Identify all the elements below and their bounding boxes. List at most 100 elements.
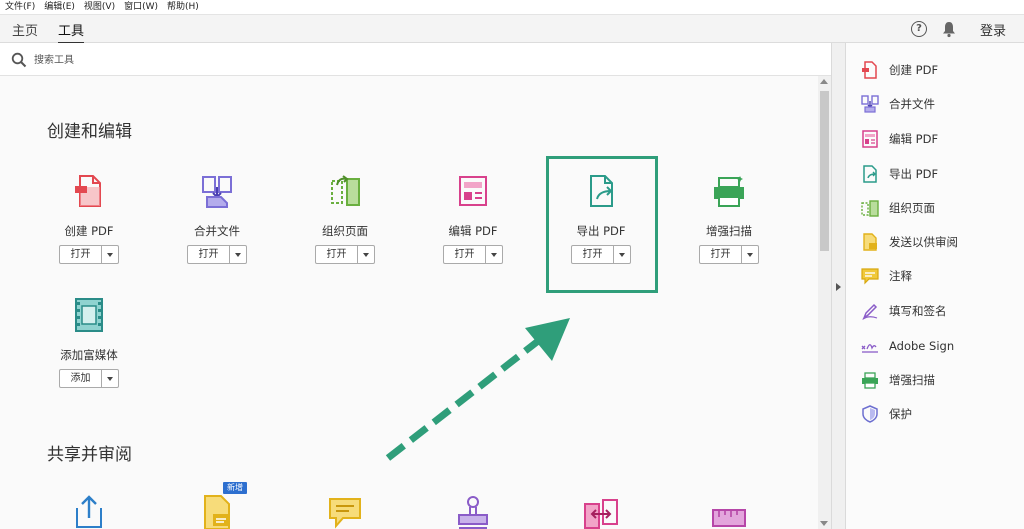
fill-sign-icon [862,303,878,320]
compare-files-icon[interactable] [583,498,619,529]
tab-home[interactable]: 主页 [12,20,38,42]
chevron-down-icon[interactable] [486,246,502,263]
open-dropdown[interactable]: 打开 [443,245,503,264]
scroll-thumb[interactable] [820,91,829,251]
tool-label: 增强扫描 [706,224,752,238]
open-dropdown[interactable]: 打开 [315,245,375,264]
menu-file[interactable]: 文件(F) [5,0,35,15]
comment-icon[interactable] [327,496,363,529]
right-item-label: 注释 [889,269,912,283]
right-item-label: 编辑 PDF [889,132,939,146]
tool-label: 合并文件 [194,224,240,238]
highlight-box [546,156,658,293]
add-dropdown[interactable]: 添加 [59,369,119,388]
search-bar [0,43,831,76]
search-icon [11,52,27,68]
rich-media-icon [75,298,103,332]
right-item-comment[interactable]: 注释 [861,266,912,286]
adobe-sign-icon [861,344,878,353]
vertical-scrollbar[interactable] [818,76,831,529]
right-item-send-review[interactable]: 发送以供审阅 [861,232,958,252]
panel-collapse-handle[interactable] [831,43,846,529]
right-item-label: 填写和签名 [889,304,947,318]
edit-pdf-icon [459,176,487,206]
top-bar: 主页 工具 ? 登录 [0,15,1024,44]
tool-label: 创建 PDF [64,224,114,238]
open-button[interactable]: 打开 [188,246,230,263]
right-item-label: 导出 PDF [889,167,939,181]
login-button[interactable]: 登录 [980,20,1006,39]
enhance-scan-icon [714,176,744,207]
send-review-icon[interactable] [199,494,235,529]
measure-icon[interactable] [711,504,747,529]
tool-combine-files[interactable]: 合并文件 打开 [162,173,272,283]
edit-pdf-icon [862,130,878,148]
right-item-adobe-sign[interactable]: Adobe Sign [861,336,954,356]
scroll-down-icon[interactable] [820,521,828,526]
open-dropdown[interactable]: 打开 [59,245,119,264]
menu-view[interactable]: 视图(V) [84,0,115,15]
combine-files-icon [861,95,879,113]
chevron-down-icon[interactable] [102,370,118,387]
shield-icon [862,405,878,423]
menu-help[interactable]: 帮助(H) [167,0,199,15]
chevron-down-icon[interactable] [102,246,118,263]
right-item-export-pdf[interactable]: 导出 PDF [861,164,938,184]
tool-label: 编辑 PDF [448,224,498,238]
right-item-label: 合并文件 [889,97,935,111]
chevron-down-icon[interactable] [742,246,758,263]
tool-organize-pages[interactable]: 组织页面 打开 [290,173,400,283]
add-button[interactable]: 添加 [60,370,102,387]
right-item-label: 创建 PDF [889,63,939,77]
right-item-enhance-scan[interactable]: 增强扫描 [861,370,935,390]
open-button[interactable]: 打开 [700,246,742,263]
help-icon[interactable]: ? [911,21,927,37]
share-icon[interactable] [71,492,107,529]
open-button[interactable]: 打开 [60,246,102,263]
export-pdf-icon [863,165,877,183]
tool-label: 组织页面 [322,224,368,238]
tool-enhance-scan[interactable]: 增强扫描 打开 [674,173,784,283]
new-badge: 新增 [223,482,247,494]
enhance-scan-icon [862,372,878,389]
pointer-arrow-icon [385,318,570,461]
open-button[interactable]: 打开 [316,246,358,263]
right-item-edit-pdf[interactable]: 编辑 PDF [861,129,938,149]
menu-edit[interactable]: 编辑(E) [44,0,75,15]
bell-icon[interactable] [941,21,957,38]
right-item-label: 增强扫描 [889,373,935,387]
send-review-icon [863,233,877,251]
right-item-protect[interactable]: 保护 [861,404,912,424]
open-dropdown[interactable]: 打开 [699,245,759,264]
tool-label: 添加富媒体 [60,348,118,362]
open-button[interactable]: 打开 [444,246,486,263]
right-item-label: Adobe Sign [889,339,955,353]
tool-create-pdf[interactable]: 创建 PDF 打开 [34,173,144,283]
right-item-label: 保护 [889,407,912,421]
create-pdf-icon [75,175,101,207]
create-pdf-icon [862,61,877,79]
tool-edit-pdf[interactable]: 编辑 PDF 打开 [418,173,528,283]
scroll-up-icon[interactable] [820,79,828,84]
menu-bar: 文件(F) 编辑(E) 视图(V) 窗口(W) 帮助(H) [0,0,1024,15]
right-tools-panel: 创建 PDF 合并文件 编辑 PDF 导出 PDF 组织页面 发送以供审阅 注释… [846,43,1024,529]
section-title-create-edit: 创建和编辑 [47,122,132,142]
combine-files-icon [202,176,232,208]
tools-main-panel: 创建和编辑 创建 PDF 打开 合并文件 打开 [0,43,831,529]
tool-rich-media[interactable]: 添加富媒体 添加 [34,297,144,407]
organize-pages-icon [331,175,360,206]
search-input[interactable] [34,51,334,69]
menu-window[interactable]: 窗口(W) [124,0,158,15]
open-dropdown[interactable]: 打开 [187,245,247,264]
organize-pages-icon [861,200,879,217]
right-item-combine-files[interactable]: 合并文件 [861,94,935,114]
section-title-share-review: 共享并审阅 [47,445,132,465]
chevron-down-icon[interactable] [230,246,246,263]
right-item-label: 发送以供审阅 [889,235,958,249]
chevron-right-icon[interactable] [836,283,841,291]
chevron-down-icon[interactable] [358,246,374,263]
right-item-fill-sign[interactable]: 填写和签名 [861,301,947,321]
right-item-create-pdf[interactable]: 创建 PDF [861,60,938,80]
tab-tools[interactable]: 工具 [58,20,85,44]
right-item-organize-pages[interactable]: 组织页面 [861,198,935,218]
